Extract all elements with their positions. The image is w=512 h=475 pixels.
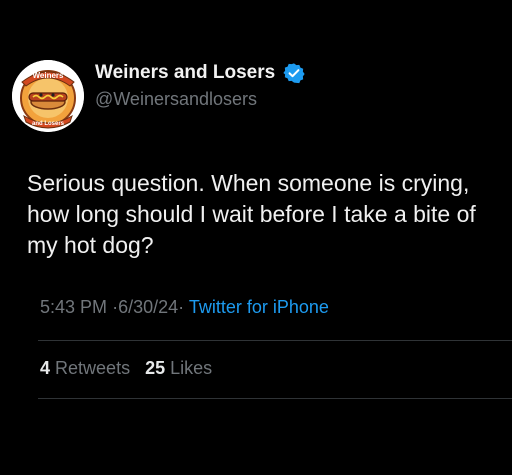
display-name[interactable]: Weiners and Losers (95, 62, 275, 84)
retweets-label: Retweets (55, 358, 131, 378)
avatar-text-top: Weiners (33, 71, 65, 80)
tweet-meta: 5:43 PM ·6/30/24· Twitter for iPhone (40, 297, 329, 318)
tweet-time[interactable]: 5:43 PM (40, 297, 107, 317)
divider-top (38, 340, 512, 341)
likes-stat[interactable]: 25 Likes (145, 358, 212, 378)
retweets-stat[interactable]: 4 Retweets (40, 358, 130, 378)
verified-badge-icon (283, 62, 305, 84)
tweet-stats: 4 Retweets 25 Likes (40, 358, 212, 379)
hotdog-logo-icon: Weiners and Losers (12, 60, 84, 132)
divider-bottom (38, 398, 512, 399)
avatar[interactable]: Weiners and Losers (12, 60, 84, 132)
tweet-card: Weiners and Losers Weiners and Losers @W… (0, 0, 512, 475)
avatar-text-bottom: and Losers (32, 121, 65, 127)
author-block: Weiners and Losers @Weinersandlosers (95, 62, 305, 110)
name-row: Weiners and Losers (95, 62, 305, 84)
tweet-source-link[interactable]: Twitter for iPhone (189, 297, 329, 317)
likes-label: Likes (170, 358, 213, 378)
user-handle[interactable]: @Weinersandlosers (95, 89, 305, 110)
tweet-date[interactable]: 6/30/24 (118, 297, 178, 317)
likes-count: 25 (145, 358, 166, 378)
retweets-count: 4 (40, 358, 51, 378)
tweet-text: Serious question. When someone is crying… (27, 170, 476, 258)
meta-separator-2: · (178, 297, 185, 317)
